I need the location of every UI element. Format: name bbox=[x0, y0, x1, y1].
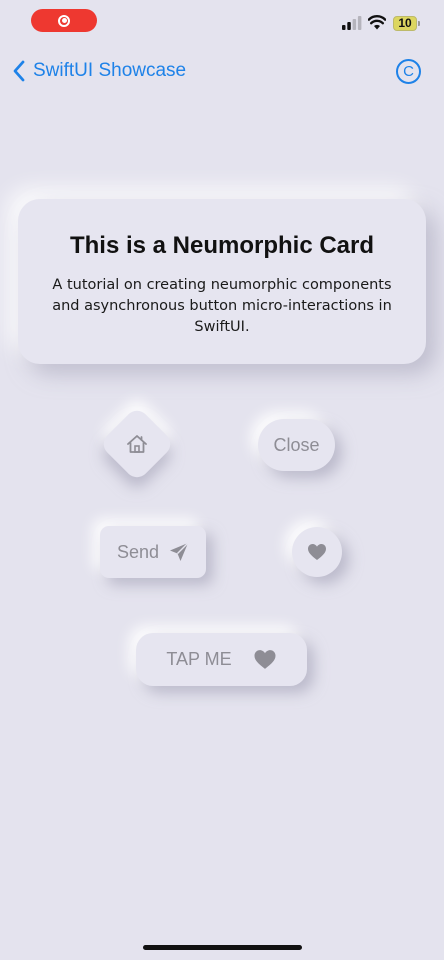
card-title: This is a Neumorphic Card bbox=[69, 232, 375, 259]
close-button[interactable]: Close bbox=[258, 419, 335, 471]
copyright-icon[interactable]: C bbox=[396, 59, 421, 84]
heart-icon bbox=[308, 544, 326, 560]
signal-icon bbox=[342, 16, 362, 30]
battery-level: 10 bbox=[393, 16, 417, 31]
close-button-label: Close bbox=[273, 434, 320, 455]
wifi-icon bbox=[368, 15, 386, 30]
neumorphic-card: This is a Neumorphic Card A tutorial on … bbox=[18, 199, 426, 364]
send-button-label: Send bbox=[116, 541, 160, 562]
battery-icon: 10 bbox=[393, 16, 420, 31]
record-icon bbox=[58, 14, 70, 27]
battery-tip bbox=[418, 21, 420, 26]
back-button-label: SwiftUI Showcase bbox=[33, 60, 187, 81]
paperplane-icon bbox=[170, 542, 189, 561]
home-button[interactable] bbox=[98, 405, 176, 483]
heart-button[interactable] bbox=[292, 527, 342, 577]
tap-me-button[interactable]: TAP ME bbox=[136, 633, 307, 686]
home-indicator[interactable] bbox=[143, 945, 302, 950]
chevron-left-icon bbox=[13, 60, 25, 82]
screen-recording-indicator[interactable] bbox=[31, 9, 97, 32]
heart-icon bbox=[254, 650, 276, 669]
card-description: A tutorial on creating neumorphic compon… bbox=[52, 277, 392, 335]
tap-me-label: TAP ME bbox=[166, 649, 232, 669]
house-icon bbox=[127, 435, 147, 453]
back-button[interactable]: SwiftUI Showcase bbox=[12, 58, 186, 84]
status-bar: 10 bbox=[0, 0, 444, 44]
send-button[interactable]: Send bbox=[100, 526, 206, 578]
